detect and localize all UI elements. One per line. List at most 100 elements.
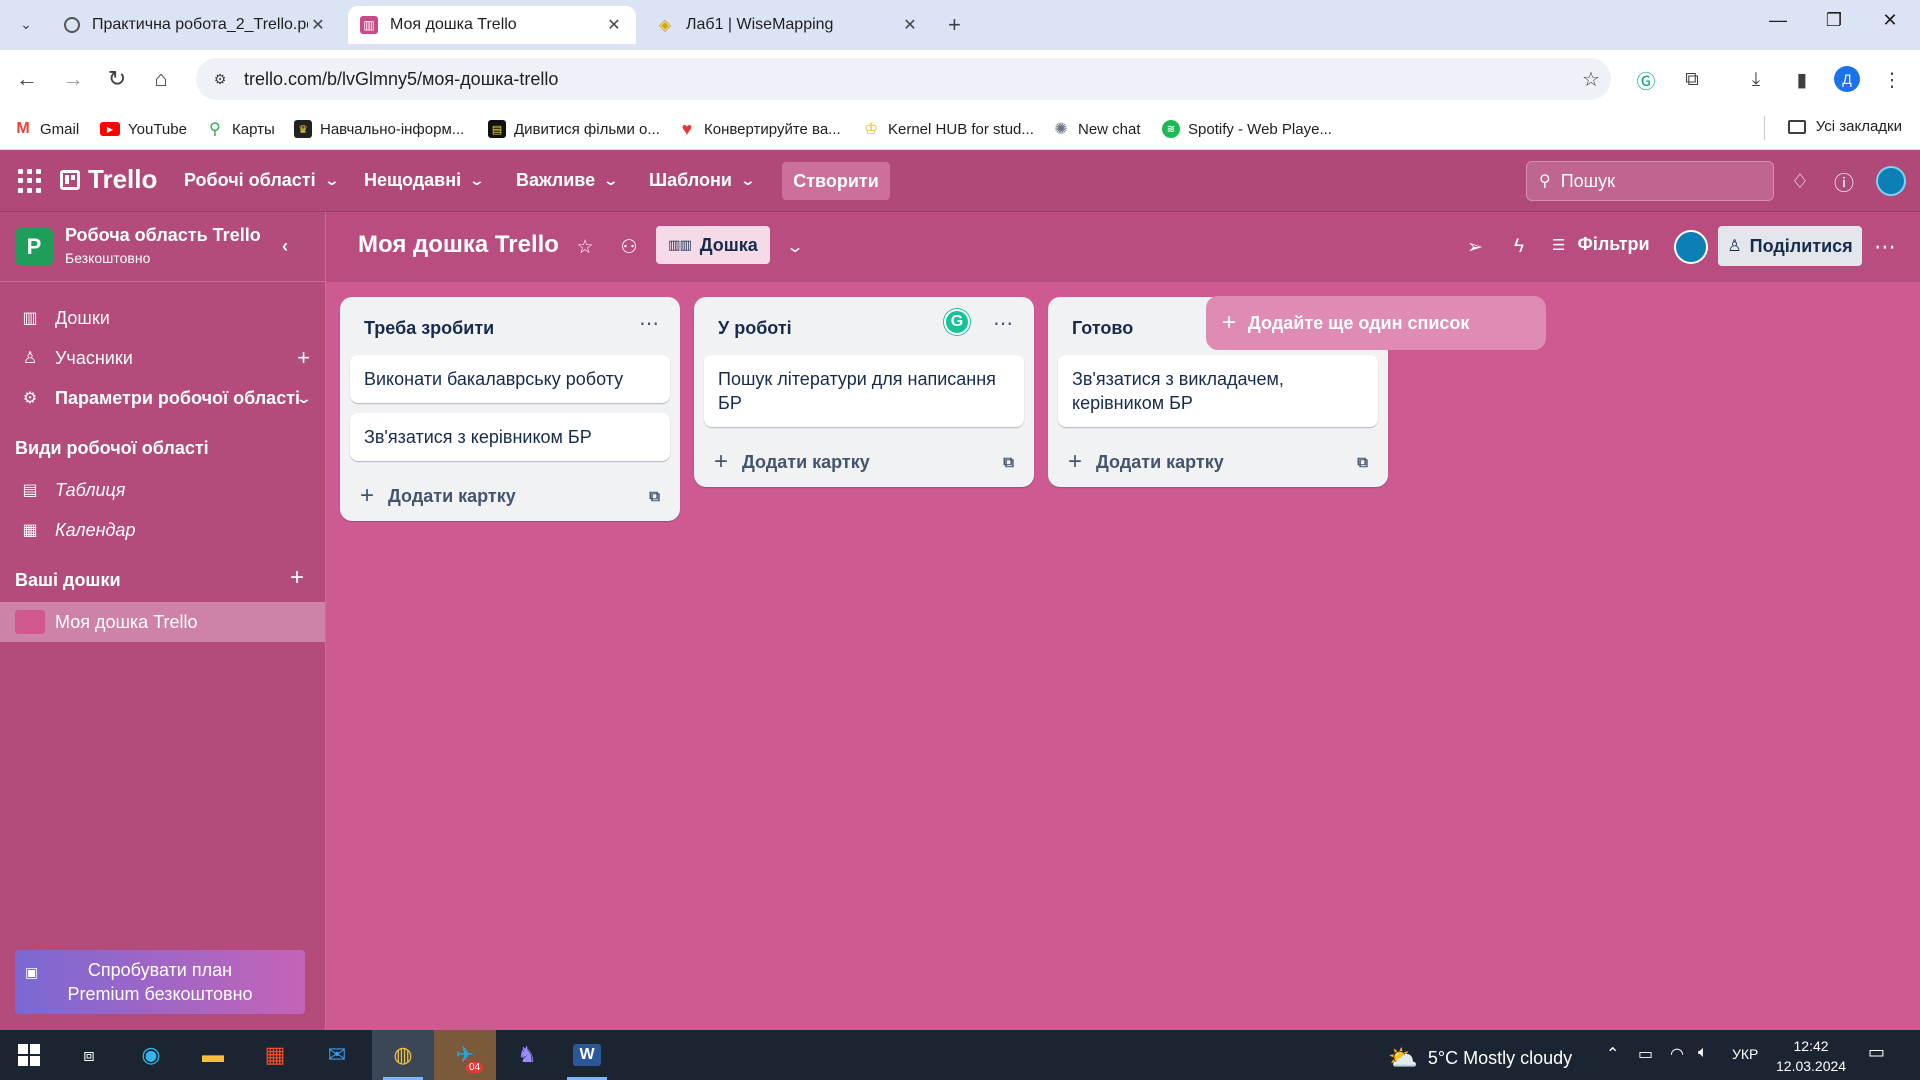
show-hidden-icons-icon[interactable]: ⌃ — [1606, 1044, 1619, 1064]
add-list-button[interactable]: + Додайте ще один список — [1206, 296, 1546, 350]
view-board-button[interactable]: ▥▥ Дошка — [656, 226, 770, 264]
notification-center-icon[interactable]: ▭ — [1868, 1042, 1885, 1063]
home-icon[interactable]: ⌂ — [144, 62, 178, 96]
bookmark-edu[interactable]: ♛ Навчально-інформ... — [294, 118, 464, 140]
forward-icon[interactable]: → — [56, 62, 90, 96]
app-switcher-icon[interactable] — [18, 169, 42, 193]
browser-menu-icon[interactable]: ⋮ — [1878, 66, 1906, 94]
file-explorer-icon[interactable]: ▬ — [196, 1038, 230, 1072]
chrome-icon[interactable]: ◍ — [386, 1038, 420, 1072]
notifications-icon[interactable]: ♢ — [1786, 167, 1814, 195]
sidebar-item-members[interactable]: ♙ Учасники + — [0, 340, 326, 376]
trello-logo[interactable]: Trello — [60, 164, 157, 195]
bookmark-youtube[interactable]: ▶ YouTube — [100, 118, 187, 140]
try-premium-button[interactable]: ▣ Спробувати план Premium безкоштовно — [15, 950, 305, 1014]
word-icon[interactable]: W — [570, 1038, 604, 1072]
bookmark-star-icon[interactable]: ☆ — [1571, 67, 1611, 92]
game-controller-icon[interactable]: ♞ — [510, 1038, 544, 1072]
bookmark-films[interactable]: ▤ Дивитися фільми о... — [488, 118, 660, 140]
close-icon[interactable]: ✕ — [900, 15, 920, 35]
grammarly-icon[interactable]: G — [944, 309, 970, 335]
side-panel-icon[interactable]: ▮ — [1788, 66, 1816, 94]
restore-icon[interactable]: ❐ — [1814, 10, 1854, 31]
board-title[interactable]: Моя дошка Trello — [358, 231, 559, 259]
create-button[interactable]: Створити — [782, 162, 890, 200]
grammarly-extension-icon[interactable]: Ⓖ — [1632, 66, 1660, 94]
search-input[interactable]: ⚲ Пошук — [1526, 161, 1774, 201]
wifi-icon[interactable]: ◠ — [1670, 1044, 1684, 1064]
clock[interactable]: 12:42 12.03.2024 — [1776, 1036, 1846, 1076]
bookmark-convert[interactable]: ♥ Конвертируйте ва... — [678, 118, 841, 140]
card[interactable]: Пошук літератури для написання БР — [704, 355, 1024, 427]
back-icon[interactable]: ← — [10, 62, 44, 96]
card-template-icon[interactable]: ⧉ — [1357, 454, 1368, 471]
store-icon[interactable]: ▦ — [258, 1038, 292, 1072]
close-window-icon[interactable]: ✕ — [1870, 10, 1910, 31]
extensions-icon[interactable]: ⧉ — [1678, 66, 1706, 94]
filters-button[interactable]: ☰ Фільтри — [1552, 234, 1650, 255]
bookmark-maps[interactable]: ⚲ Карты — [206, 118, 275, 140]
reload-icon[interactable]: ↻ — [100, 62, 134, 96]
weather-widget[interactable]: ⛅ 5°C Mostly cloudy — [1388, 1044, 1572, 1073]
visibility-icon[interactable]: ⚇ — [616, 234, 642, 260]
menu-workspaces[interactable]: Робочі області ⌄ — [184, 170, 340, 191]
bookmark-kernel[interactable]: ♔ Kernel HUB for stud... — [862, 118, 1034, 140]
sidebar-item-boards[interactable]: ▥ Дошки — [0, 300, 326, 336]
bookmark-spotify[interactable]: ≋ Spotify - Web Playe... — [1162, 118, 1332, 140]
windows-start-icon[interactable] — [12, 1038, 46, 1072]
sidebar-item-table[interactable]: ▤ Таблиця — [0, 472, 326, 508]
sidebar-board-item[interactable]: Моя дошка Trello — [0, 602, 325, 642]
card[interactable]: Зв'язатися з керівником БР — [350, 413, 670, 461]
list-title[interactable]: У роботі — [718, 318, 792, 339]
new-tab-button[interactable]: + — [948, 12, 961, 38]
power-ups-icon[interactable]: ➢ — [1462, 234, 1488, 260]
chevron-down-icon[interactable]: ⌄ — [777, 234, 813, 260]
tab-wisemapping[interactable]: ◈ Лаб1 | WiseMapping ✕ — [644, 6, 932, 44]
add-card-button[interactable]: + Додати картку ⧉ — [1048, 437, 1388, 487]
close-icon[interactable]: ✕ — [604, 15, 624, 35]
help-icon[interactable]: ⓘ — [1830, 167, 1858, 195]
add-card-button[interactable]: + Додати картку ⧉ — [694, 437, 1034, 487]
mail-icon[interactable]: ✉ — [320, 1038, 354, 1072]
menu-recent[interactable]: Нещодавні ⌄ — [364, 170, 485, 191]
star-icon[interactable]: ☆ — [572, 234, 598, 260]
close-icon[interactable]: ✕ — [308, 15, 328, 35]
tab-search-icon[interactable]: ⌄ — [12, 10, 40, 38]
menu-templates[interactable]: Шаблони ⌄ — [649, 170, 756, 191]
card-template-icon[interactable]: ⧉ — [649, 488, 660, 505]
all-bookmarks[interactable]: Усі закладки — [1787, 118, 1902, 135]
add-board-icon[interactable]: + — [290, 564, 304, 592]
more-icon[interactable]: ⋯ — [1872, 234, 1898, 260]
sidebar-item-settings[interactable]: ⚙ Параметри робочої області ⌄ — [0, 380, 326, 416]
url-text[interactable]: trello.com/b/lvGlmny5/моя-дошка-trello — [244, 69, 1571, 90]
add-card-button[interactable]: + Додати картку ⧉ — [340, 471, 680, 521]
language-indicator[interactable]: УКР — [1732, 1046, 1758, 1062]
list-menu-icon[interactable]: ⋯ — [993, 311, 1014, 336]
card[interactable]: Зв'язатися з викладачем, керівником БР — [1058, 355, 1378, 427]
edge-icon[interactable]: ◉ — [134, 1038, 168, 1072]
tab-pdf[interactable]: Практична робота_2_Trello.pdf ✕ — [52, 6, 340, 44]
profile-avatar[interactable]: Д — [1834, 66, 1860, 92]
task-view-icon[interactable]: ⧈ — [72, 1038, 106, 1072]
workspace-name[interactable]: Робоча область Trello — [65, 225, 261, 246]
tab-trello[interactable]: ▥ Моя дошка Trello ✕ — [348, 6, 636, 44]
user-avatar[interactable] — [1876, 166, 1906, 196]
bookmark-gmail[interactable]: M Gmail — [14, 118, 79, 140]
minimize-icon[interactable]: — — [1758, 10, 1798, 31]
list-menu-icon[interactable]: ⋯ — [639, 311, 660, 336]
bookmark-new-chat[interactable]: ✺ New chat — [1052, 118, 1140, 140]
site-info-icon[interactable]: ⚙ — [206, 65, 234, 93]
volume-icon[interactable]: 🔈︎ — [1698, 1044, 1708, 1062]
automation-icon[interactable]: ϟ — [1506, 234, 1532, 260]
add-member-icon[interactable]: + — [297, 345, 310, 371]
card-template-icon[interactable]: ⧉ — [1003, 454, 1014, 471]
menu-starred[interactable]: Важливе ⌄ — [516, 170, 619, 191]
download-icon[interactable]: ⤓ — [1742, 66, 1770, 94]
sidebar-item-calendar[interactable]: ▦ Календар — [0, 512, 326, 548]
list-title[interactable]: Готово — [1072, 318, 1133, 339]
battery-icon[interactable]: ▭ — [1638, 1044, 1653, 1064]
member-avatar[interactable] — [1674, 230, 1708, 264]
collapse-sidebar-icon[interactable]: ‹ — [282, 236, 288, 257]
card[interactable]: Виконати бакалаврську роботу — [350, 355, 670, 403]
address-bar[interactable]: ⚙ trello.com/b/lvGlmny5/моя-дошка-trello… — [196, 58, 1611, 100]
